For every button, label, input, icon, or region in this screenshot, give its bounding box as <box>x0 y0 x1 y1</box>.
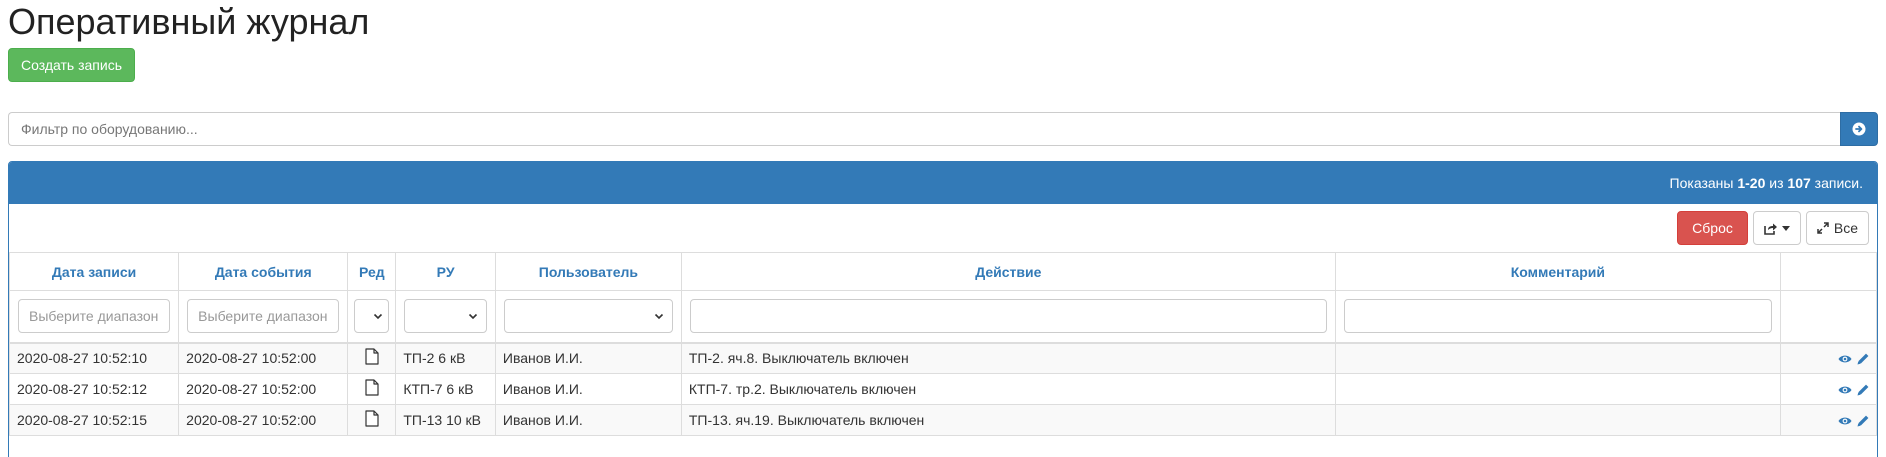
cell-edit <box>347 342 397 374</box>
cell-action: ТП-13. яч.19. Выключатель включен <box>680 404 1336 436</box>
file-icon[interactable] <box>365 379 379 396</box>
summary-range: 1-20 <box>1737 175 1766 191</box>
table-row: 2020-08-27 10:52:12 2020-08-27 10:52:00 … <box>9 373 1877 405</box>
export-dropdown-button[interactable] <box>1752 211 1801 245</box>
cell-actions <box>1779 373 1877 405</box>
file-icon[interactable] <box>365 348 379 365</box>
comment-filter-input[interactable] <box>1343 299 1772 334</box>
cell-actions <box>1779 342 1877 374</box>
expand-icon <box>1817 222 1829 234</box>
table-row: 2020-08-27 10:52:15 2020-08-27 10:52:00 … <box>9 404 1877 436</box>
cell-edit <box>347 404 397 436</box>
user-filter-select[interactable] <box>503 299 673 334</box>
cell-date-record: 2020-08-27 10:52:15 <box>9 404 180 436</box>
col-header-date-record[interactable]: Дата записи <box>9 252 180 291</box>
show-all-label: Все <box>1833 220 1858 236</box>
cell-date-event: 2020-08-27 10:52:00 <box>178 342 349 374</box>
cell-actions <box>1779 404 1877 436</box>
cell-ru: КТП-7 6 кВ <box>395 373 496 405</box>
chevron-down-icon <box>654 314 663 320</box>
journal-panel: Показаны 1-20 из 107 записи. Сброс Все Д… <box>8 161 1878 457</box>
action-filter-input[interactable] <box>689 299 1327 334</box>
cell-edit <box>347 373 397 405</box>
cell-date-record: 2020-08-27 10:52:10 <box>9 342 180 374</box>
caret-down-icon <box>1781 225 1790 231</box>
col-header-date-event[interactable]: Дата события <box>178 252 349 291</box>
cell-comment <box>1334 342 1781 374</box>
page-title: Оперативный журнал <box>8 1 370 42</box>
ru-filter-select[interactable] <box>404 299 487 334</box>
filter-submit-button[interactable] <box>1840 112 1878 146</box>
pencil-icon[interactable] <box>1856 383 1870 397</box>
cell-comment <box>1334 404 1781 436</box>
table-body: 2020-08-27 10:52:10 2020-08-27 10:52:00 … <box>9 342 1877 436</box>
col-header-ru[interactable]: РУ <box>395 252 496 291</box>
cell-ru: ТП-2 6 кВ <box>395 342 496 374</box>
file-icon[interactable] <box>365 410 379 427</box>
show-all-button[interactable]: Все <box>1805 211 1869 245</box>
equipment-filter <box>8 112 1878 146</box>
edit-filter-select[interactable] <box>354 299 390 334</box>
cell-user: Иванов И.И. <box>494 404 682 436</box>
col-header-actions <box>1779 252 1877 291</box>
eye-icon[interactable] <box>1838 354 1852 364</box>
col-header-edit[interactable]: Ред <box>347 252 397 291</box>
equipment-filter-input[interactable] <box>8 112 1840 146</box>
eye-icon[interactable] <box>1838 416 1852 426</box>
share-icon <box>1764 223 1777 235</box>
cell-action: ТП-2. яч.8. Выключатель включен <box>680 342 1336 374</box>
table-row: 2020-08-27 10:52:10 2020-08-27 10:52:00 … <box>9 342 1877 374</box>
cell-date-event: 2020-08-27 10:52:00 <box>178 404 349 436</box>
eye-icon[interactable] <box>1838 385 1852 395</box>
summary-text: Показаны 1-20 из 107 записи. <box>1670 175 1863 191</box>
cell-action: КТП-7. тр.2. Выключатель включен <box>680 373 1336 405</box>
create-record-button[interactable]: Создать запись <box>8 48 135 82</box>
col-header-action[interactable]: Действие <box>680 252 1336 291</box>
filter-empty-cell <box>1779 290 1877 344</box>
summary-prefix: Показаны <box>1669 175 1738 191</box>
cell-ru: ТП-13 10 кВ <box>395 404 496 436</box>
page: Оперативный журнал Создать запись Показа… <box>0 0 1886 457</box>
summary-suffix: записи. <box>1810 175 1863 191</box>
pencil-icon[interactable] <box>1856 414 1870 428</box>
summary-total: 107 <box>1787 175 1811 191</box>
col-header-comment[interactable]: Комментарий <box>1334 252 1781 291</box>
grid-toolbar: Сброс Все <box>9 204 1877 252</box>
cell-date-event: 2020-08-27 10:52:00 <box>178 373 349 405</box>
pencil-icon[interactable] <box>1856 352 1870 366</box>
col-header-user[interactable]: Пользователь <box>494 252 682 291</box>
cell-user: Иванов И.И. <box>494 373 682 405</box>
journal-table: Дата записи Дата события Ред РУ Пользова… <box>9 252 1877 436</box>
cell-comment <box>1334 373 1781 405</box>
cell-user: Иванов И.И. <box>494 342 682 374</box>
arrow-circle-right-icon <box>1852 122 1866 136</box>
date-record-filter-input[interactable] <box>18 299 171 334</box>
reset-button[interactable]: Сброс <box>1677 211 1748 245</box>
table-filter-row <box>9 290 1877 344</box>
summary-middle: из <box>1765 175 1788 191</box>
date-event-filter-input[interactable] <box>187 299 340 334</box>
chevron-down-icon <box>374 314 383 320</box>
chevron-down-icon <box>468 314 477 320</box>
cell-date-record: 2020-08-27 10:52:12 <box>9 373 180 405</box>
panel-heading: Показаны 1-20 из 107 записи. <box>9 162 1877 204</box>
table-header-row: Дата записи Дата события Ред РУ Пользова… <box>9 252 1877 291</box>
